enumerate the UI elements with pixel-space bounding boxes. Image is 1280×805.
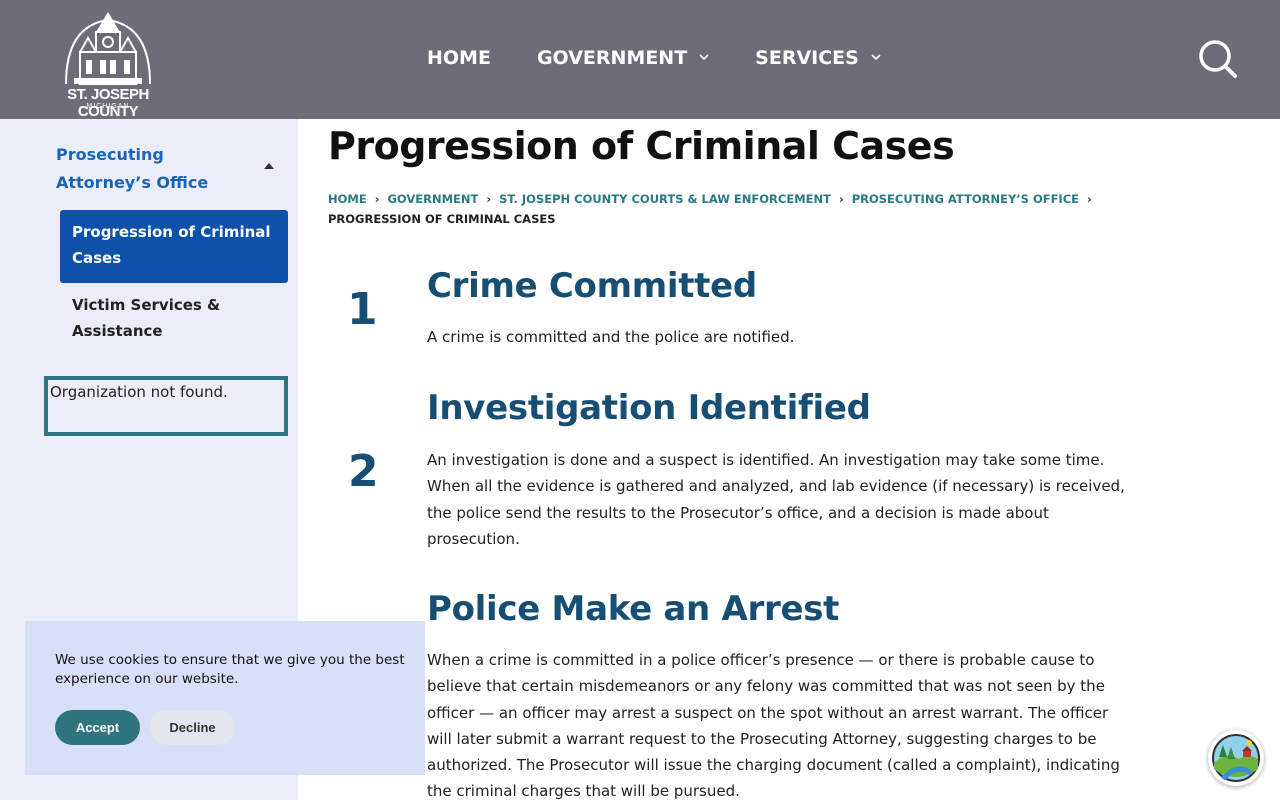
breadcrumb: HOME › GOVERNMENT › ST. JOSEPH COUNTY COURTS… — [328, 189, 1148, 229]
landscape-icon — [1212, 734, 1260, 782]
site-header: ST. JOSEPH COUNTY MICHIGAN HOME GOVERNME… — [0, 0, 1280, 120]
cookie-message: We use cookies to ensure that we give yo… — [55, 652, 405, 687]
step-title: Investigation Identified — [427, 388, 871, 428]
step-body: When a crime is committed in a police of… — [427, 651, 1120, 801]
logo-subtext: MICHIGAN — [86, 103, 130, 110]
sidebar-item-victim-services[interactable]: Victim Services & Assistance — [72, 292, 272, 344]
step-title: Police Make an Arrest — [427, 589, 840, 629]
breadcrumb-prosecuting[interactable]: PROSECUTING ATTORNEY’S OFFICE — [852, 192, 1079, 206]
chevron-right-icon: › — [374, 192, 380, 206]
step-title: Crime Committed — [427, 266, 757, 306]
chevron-down-icon — [871, 51, 881, 64]
step-body: An investigation is done and a suspect i… — [427, 451, 1125, 548]
chevron-right-icon: › — [1087, 192, 1092, 206]
breadcrumb-home[interactable]: HOME — [328, 192, 367, 206]
step-number: 2 — [348, 446, 379, 497]
nav-home[interactable]: HOME — [427, 47, 491, 69]
chevron-right-icon: › — [838, 192, 844, 206]
step-body: A crime is committed and the police are … — [427, 328, 795, 346]
courthouse-icon — [65, 12, 151, 85]
search-icon[interactable] — [1198, 39, 1238, 79]
chevron-right-icon: › — [486, 192, 492, 206]
main-nav: HOME GOVERNMENT SERVICES — [427, 47, 927, 69]
county-logo[interactable]: ST. JOSEPH COUNTY MICHIGAN — [44, 8, 172, 120]
breadcrumb-courts[interactable]: ST. JOSEPH COUNTY COURTS & LAW ENFORCEME… — [499, 192, 831, 206]
nav-government[interactable]: GOVERNMENT — [537, 47, 709, 69]
chevron-down-icon — [699, 51, 709, 64]
breadcrumb-government[interactable]: GOVERNMENT — [387, 192, 478, 206]
organization-message: Organization not found. — [44, 376, 288, 436]
nav-services[interactable]: SERVICES — [755, 47, 881, 69]
sidebar-parent-link[interactable]: Prosecuting Attorney’s Office — [56, 141, 236, 197]
nav-services-label: SERVICES — [755, 47, 859, 69]
decline-button[interactable]: Decline — [150, 710, 235, 745]
nav-government-label: GOVERNMENT — [536, 47, 688, 69]
step-number: 1 — [347, 284, 378, 335]
accept-button[interactable]: Accept — [55, 710, 140, 745]
page-title: Progression of Criminal Cases — [328, 124, 955, 168]
caret-up-icon[interactable] — [264, 163, 274, 169]
nav-home-label: HOME — [427, 47, 491, 69]
sidebar-item-progression[interactable]: Progression of Criminal Cases — [60, 210, 288, 283]
chat-widget-button[interactable] — [1208, 730, 1264, 786]
cookie-banner: We use cookies to ensure that we give yo… — [25, 621, 425, 775]
breadcrumb-current: PROGRESSION OF CRIMINAL CASES — [328, 212, 556, 226]
